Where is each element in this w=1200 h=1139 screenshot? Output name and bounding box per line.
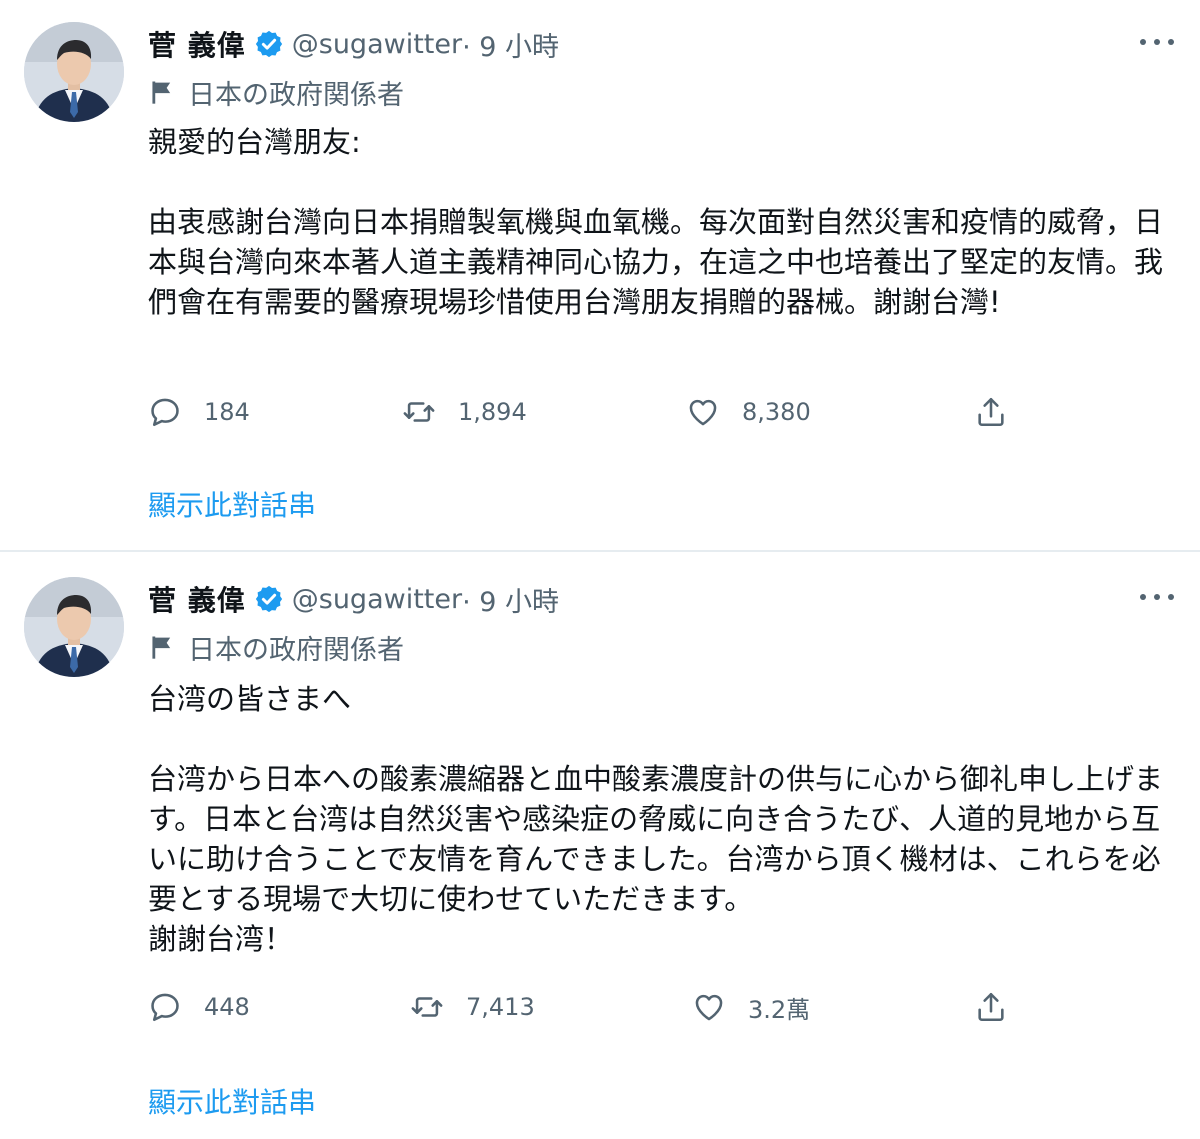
tweet-header: 菅 義偉 @sugawitter · 9 小時 [148,577,559,621]
tweet-text: 台湾の皆さまへ 台湾から日本への酸素濃縮器と血中酸素濃度計の供与に心から御礼申し… [148,679,1166,959]
flag-icon [152,636,171,659]
heart-icon [689,399,717,426]
more-options-icon[interactable] [1140,585,1174,609]
author-name[interactable]: 菅 義偉 [148,579,246,619]
tweet[interactable]: 菅 義偉 @sugawitter · 9 小時 日本の政府関係者 親愛的台灣朋友… [0,0,1200,550]
reply-count: 184 [204,398,250,426]
heart-icon [695,994,723,1021]
flag-icon [152,81,171,104]
retweet-icon [411,997,443,1017]
tweet-body-text: 台湾の皆さまへ 台湾から日本への酸素濃縮器と血中酸素濃度計の供与に心から御礼申し… [148,682,1164,956]
avatar[interactable] [24,577,124,677]
like-button[interactable]: 3.2萬 [692,987,810,1027]
author-name[interactable]: 菅 義偉 [148,24,246,64]
label-text: 日本の政府関係者 [188,634,404,666]
show-thread-link[interactable]: 顯示此對話串 [148,484,316,524]
label-text: 日本の政府関係者 [188,79,404,111]
share-button[interactable] [974,987,1008,1027]
reply-button[interactable]: 448 [148,987,250,1027]
author-handle[interactable]: @sugawitter [292,29,462,60]
share-icon [978,992,1004,1022]
tweet-body-text: 親愛的台灣朋友: 由衷感謝台灣向日本捐贈製氧機與血氧機。每次面對自然災害和疫情的… [148,125,1164,319]
tweet-actions: 184 1,894 8,380 [148,392,1188,432]
like-count: 3.2萬 [748,995,811,1024]
reply-button[interactable]: 184 [148,392,250,432]
reply-count: 448 [204,993,250,1021]
verified-badge-icon [255,30,282,58]
government-label[interactable]: 日本の政府関係者 [148,627,404,667]
author-handle[interactable]: @sugawitter [292,584,462,615]
tweet-divider [0,550,1200,552]
reply-icon [151,993,179,1022]
tweet[interactable]: 菅 義偉 @sugawitter · 9 小時 日本の政府関係者 台湾の皆さまへ… [0,555,1200,1139]
avatar[interactable] [24,22,124,122]
government-label[interactable]: 日本の政府関係者 [148,72,404,112]
share-button[interactable] [974,392,1008,432]
like-count: 8,380 [742,398,811,426]
retweet-button[interactable]: 1,894 [402,392,527,432]
retweet-button[interactable]: 7,413 [410,987,535,1027]
tweet-timestamp[interactable]: · 9 小時 [462,580,559,619]
more-options-icon[interactable] [1140,30,1174,54]
share-icon [978,397,1004,427]
retweet-icon [403,402,435,422]
show-thread-link[interactable]: 顯示此對話串 [148,1081,316,1121]
tweet-header: 菅 義偉 @sugawitter · 9 小時 [148,22,559,66]
tweet-actions: 448 7,413 3.2萬 [148,987,1188,1027]
like-button[interactable]: 8,380 [686,392,811,432]
retweet-count: 7,413 [466,993,535,1021]
retweet-count: 1,894 [458,398,527,426]
verified-badge-icon [255,585,282,613]
tweet-text: 親愛的台灣朋友: 由衷感謝台灣向日本捐贈製氧機與血氧機。每次面對自然災害和疫情的… [148,122,1166,322]
reply-icon [151,398,179,427]
tweet-timestamp[interactable]: · 9 小時 [462,25,559,64]
